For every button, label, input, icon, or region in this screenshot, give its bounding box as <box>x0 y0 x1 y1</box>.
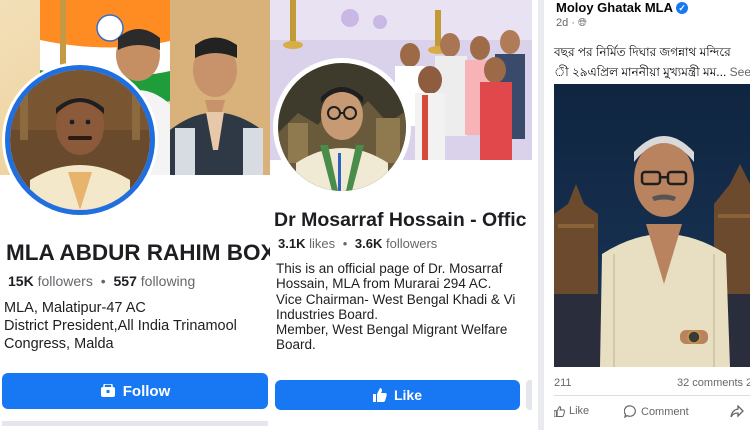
post-author[interactable]: Moloy Ghatak MLA ✓ <box>556 0 689 15</box>
comment-icon <box>624 405 636 418</box>
likes-label: likes <box>309 236 336 251</box>
post-divider <box>554 395 750 396</box>
bio-line: Congress, Malda <box>4 336 114 352</box>
follow-button-label: Follow <box>122 382 171 400</box>
page-stats: 3.1K likes • 3.6K followers <box>278 236 438 251</box>
bio-line: Board. <box>276 337 316 353</box>
thumbs-up-icon <box>372 388 387 402</box>
bio-line: Hossain, MLA from Murarai 294 AC. <box>276 276 492 292</box>
post-image[interactable] <box>554 84 750 367</box>
comment-action[interactable]: Comment <box>624 405 689 418</box>
bio-line: Vice Chairman- West Bengal Khadi & Vi <box>276 291 516 307</box>
share-count[interactable]: 27 <box>746 377 750 389</box>
bio-line: MLA, Malatipur-47 AC <box>4 300 146 316</box>
followers-count: 15K <box>8 273 34 289</box>
profile-avatar[interactable] <box>5 65 155 215</box>
profile-avatar[interactable] <box>273 58 411 196</box>
likes-count: 3.1K <box>278 236 306 251</box>
post-text-line: ী ২৯এপ্রিল মাননীয়া মুখ্যমন্ত্রী মম... <box>554 65 727 79</box>
profile-card-abdur-rahim-boxi: MLA ABDUR RAHIM BOXI 15K followers • 557… <box>0 0 270 430</box>
like-button[interactable]: Like <box>275 380 520 410</box>
follow-button[interactable]: Follow <box>2 373 268 409</box>
more-button-edge[interactable] <box>526 380 532 410</box>
bio-line: This is an official page of Dr. Mosarraf <box>276 261 503 276</box>
followers-count: 3.6K <box>354 236 383 251</box>
verified-badge-icon: ✓ <box>676 2 689 14</box>
post-author-name: Moloy Ghatak MLA <box>556 0 673 15</box>
profile-bio: This is an official page of Dr. Mosarraf… <box>276 261 532 353</box>
like-action[interactable]: Like <box>554 405 589 417</box>
bio-line: District President,All India Trinamool <box>4 318 237 334</box>
post-time[interactable]: 2d <box>556 17 568 29</box>
follow-icon <box>100 384 115 397</box>
page-name: Dr Mosarraf Hossain - Offic <box>274 209 527 231</box>
post-text: বছর পর নির্মিত দিঘার জগন্নাথ মন্দিরে ী ২… <box>554 42 750 82</box>
globe-icon: 🌐︎ <box>578 17 587 29</box>
follow-stats: 15K followers • 557 following <box>8 273 196 289</box>
post-header: Moloy Ghatak MLA ✓ 2d · 🌐︎ <box>556 0 689 30</box>
following-label: following <box>140 273 196 289</box>
share-action[interactable] <box>730 405 744 418</box>
bio-line: Industries Board. <box>276 306 379 322</box>
facebook-post: Moloy Ghatak MLA ✓ 2d · 🌐︎ বছর পর নির্মি… <box>538 0 750 430</box>
like-action-label: Like <box>569 405 590 417</box>
profile-card-mosarraf-hossain: Dr Mosarraf Hossain - Offic 3.1K likes •… <box>270 0 532 430</box>
like-button-label: Like <box>393 387 422 403</box>
reaction-count[interactable]: 211 <box>554 377 572 389</box>
post-meta: 2d · 🌐︎ <box>556 17 587 29</box>
share-icon <box>730 405 744 418</box>
page-name: MLA ABDUR RAHIM BOXI <box>6 240 270 265</box>
bottom-bar <box>2 421 268 426</box>
post-text-line: বছর পর নির্মিত দিঘার জগন্নাথ মন্দিরে <box>554 45 731 59</box>
comment-count[interactable]: 32 comments <box>677 377 743 389</box>
see-more-link[interactable]: See <box>730 65 750 79</box>
followers-label: followers <box>386 236 438 251</box>
bio-line: Member, West Bengal Migrant Welfare <box>276 322 508 338</box>
following-count: 557 <box>113 273 137 289</box>
followers-label: followers <box>37 273 93 289</box>
comment-action-label: Comment <box>641 405 689 418</box>
profile-bio: MLA, Malatipur-47 AC District President,… <box>4 299 269 353</box>
thumbs-up-icon <box>554 405 565 417</box>
